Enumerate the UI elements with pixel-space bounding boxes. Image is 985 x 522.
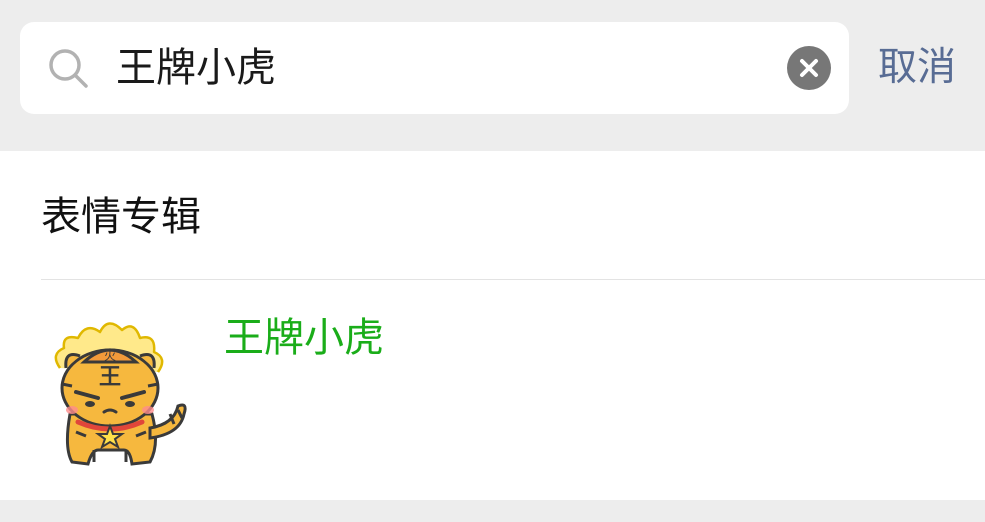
cancel-button[interactable]: 取消 (878, 38, 956, 98)
search-bar[interactable] (20, 22, 849, 114)
close-icon (800, 59, 818, 77)
tiger-sticker-icon: 火 王 (42, 310, 194, 470)
clear-search-button[interactable] (787, 46, 831, 90)
sticker-album-name[interactable]: 王牌小虎 (224, 310, 384, 366)
svg-text:火: 火 (104, 349, 116, 363)
svg-text:王: 王 (99, 365, 121, 390)
search-results: 表情专辑 火 王 王牌小虎 (0, 151, 985, 500)
search-header: 取消 (0, 0, 985, 150)
section-title-sticker-albums: 表情专辑 (41, 194, 201, 240)
search-icon (46, 46, 90, 90)
search-page: 取消 表情专辑 (0, 0, 985, 522)
sticker-album-result[interactable]: 火 王 王牌小虎 (0, 280, 985, 500)
search-input[interactable] (116, 22, 776, 114)
